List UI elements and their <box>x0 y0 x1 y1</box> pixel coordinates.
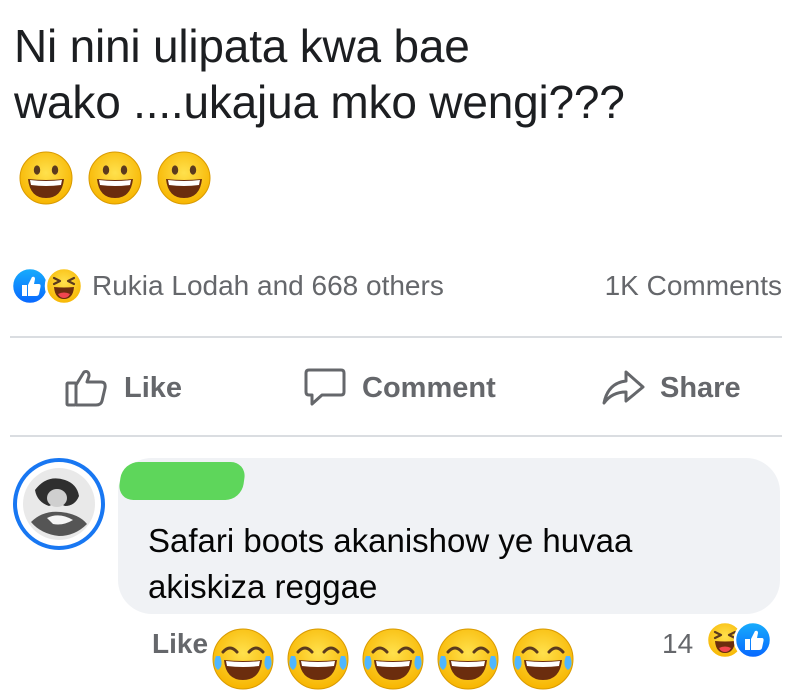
redacted-commenter-name <box>117 462 247 500</box>
post-emojis <box>18 150 212 206</box>
post-text: Ni nini ulipata kwa bae wako ....ukajua … <box>14 18 774 130</box>
grinning-face-icon <box>157 151 211 205</box>
crying-laughing-icon <box>287 628 349 690</box>
comment-button[interactable]: Comment <box>302 367 496 409</box>
divider <box>10 336 782 338</box>
comments-count-link[interactable]: 1K Comments <box>605 270 782 302</box>
post-actions-bar: Like Comment Share <box>0 342 800 434</box>
haha-reaction-icon <box>44 266 84 306</box>
grinning-face-icon <box>19 151 73 205</box>
crying-laughing-icon <box>437 628 499 690</box>
crying-laughing-icon <box>512 628 574 690</box>
comment-footer: Like 14 <box>0 618 800 690</box>
comment-reaction-icons[interactable] <box>705 620 773 660</box>
thumbs-up-icon <box>65 370 107 407</box>
like-reaction-icon <box>733 620 773 660</box>
crying-laughing-icon <box>212 628 274 690</box>
crying-laughing-icon <box>362 628 424 690</box>
like-button[interactable]: Like <box>64 367 182 409</box>
comment-like-button[interactable]: Like <box>152 628 208 660</box>
grinning-face-icon <box>88 151 142 205</box>
avatar-photo <box>23 468 95 540</box>
comment-button-label: Comment <box>362 371 496 404</box>
speech-bubble-icon <box>304 368 346 406</box>
comment-reply-emojis <box>210 626 576 692</box>
share-arrow-icon <box>602 370 645 405</box>
reactions-summary-row[interactable]: Rukia Lodah and 668 others 1K Comments <box>10 263 782 309</box>
reaction-icons[interactable] <box>10 266 84 306</box>
post-text-line-1: Ni nini ulipata kwa bae <box>14 20 470 72</box>
divider <box>10 435 782 437</box>
commenter-avatar[interactable] <box>13 458 105 550</box>
reactions-summary-text[interactable]: Rukia Lodah and 668 others <box>92 270 444 302</box>
comment-text: Safari boots akanishow ye huvaa akiskiza… <box>148 522 633 605</box>
share-button[interactable]: Share <box>600 367 741 409</box>
post-text-line-2: wako ....ukajua mko wengi??? <box>14 76 625 128</box>
comment-reaction-count[interactable]: 14 <box>662 628 693 660</box>
like-button-label: Like <box>124 371 183 404</box>
share-button-label: Share <box>660 371 741 404</box>
